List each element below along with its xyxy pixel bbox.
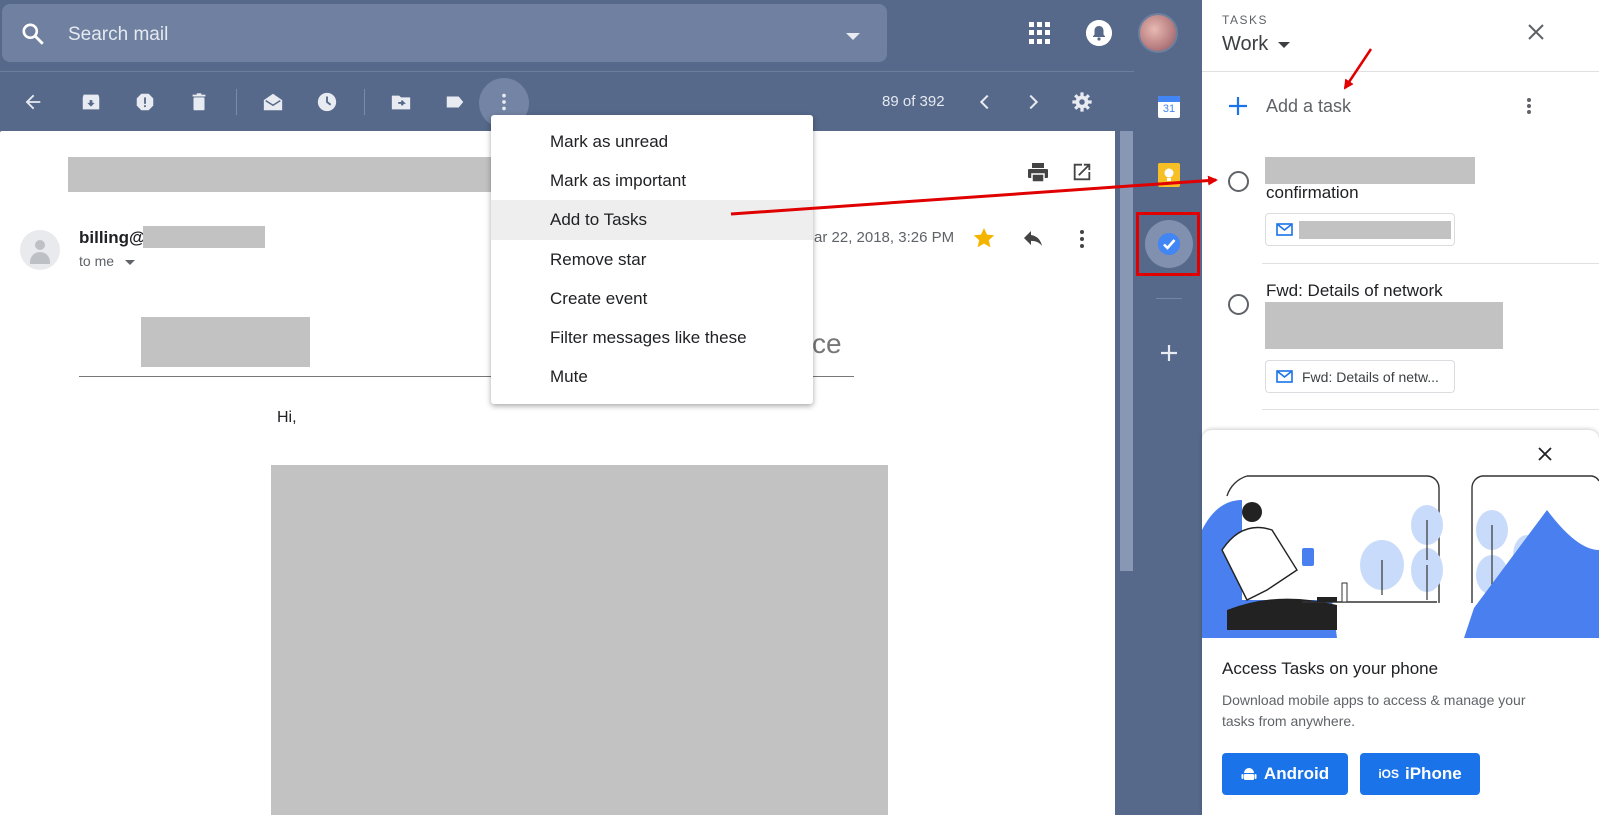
back-button[interactable] — [18, 87, 48, 117]
chevron-left-icon — [979, 94, 989, 110]
chip-text-redacted — [1299, 221, 1451, 239]
page-count: 89 of 392 — [882, 93, 945, 110]
mark-as-read-button[interactable] — [258, 87, 288, 117]
android-button[interactable]: Android — [1222, 753, 1348, 795]
star-icon[interactable] — [972, 226, 996, 250]
settings-button[interactable] — [1067, 87, 1097, 117]
scrollbar-thumb[interactable] — [1120, 131, 1133, 571]
tasks-icon[interactable] — [1158, 233, 1180, 255]
header-divider — [0, 71, 1134, 72]
more-vert-icon — [502, 93, 506, 111]
chevron-down-icon[interactable] — [1278, 42, 1290, 48]
more-vert-icon[interactable] — [1521, 96, 1537, 116]
back-arrow-icon — [25, 94, 41, 110]
move-icon — [391, 95, 411, 110]
menu-item-add-to-tasks[interactable]: Add to Tasks — [491, 200, 813, 240]
sender-redacted — [143, 226, 265, 248]
task-list-selector[interactable]: Work — [1222, 33, 1268, 56]
mail-icon — [1276, 223, 1293, 236]
mail-date: ar 22, 2018, 3:26 PM — [814, 229, 955, 246]
label-icon — [446, 96, 464, 108]
avatar[interactable] — [1138, 13, 1178, 53]
reply-icon[interactable] — [1020, 226, 1046, 250]
search-input[interactable]: Search mail — [68, 24, 168, 46]
tasks-panel-label: TASKS — [1222, 13, 1268, 27]
subject-redacted — [68, 157, 493, 192]
move-to-button[interactable] — [386, 87, 416, 117]
menu-item-create-event[interactable]: Create event — [491, 279, 813, 318]
mail-headline: ce — [812, 328, 842, 359]
close-icon[interactable] — [1527, 23, 1545, 41]
menu-item-remove-star[interactable]: Remove star — [491, 240, 813, 279]
task-title[interactable]: confirmation — [1266, 183, 1359, 203]
newer-button[interactable] — [970, 87, 1000, 117]
task-complete-checkbox[interactable] — [1228, 171, 1249, 192]
mail-greeting: Hi, — [277, 409, 297, 426]
open-new-window-icon[interactable] — [1071, 161, 1093, 183]
toolbar-separator — [364, 89, 365, 115]
body-redacted — [271, 465, 888, 815]
task-divider — [1262, 263, 1599, 264]
logo-redacted — [141, 317, 310, 367]
iphone-button[interactable]: iOS iPhone — [1360, 753, 1480, 795]
delete-button[interactable] — [184, 87, 214, 117]
spam-icon — [136, 93, 154, 111]
task-complete-checkbox[interactable] — [1228, 294, 1249, 315]
iphone-button-label: iPhone — [1405, 764, 1462, 783]
rail-divider — [1156, 298, 1182, 299]
menu-item-filter-messages[interactable]: Filter messages like these — [491, 318, 813, 357]
more-actions-button[interactable] — [489, 87, 519, 117]
plus-icon[interactable] — [1159, 343, 1179, 363]
close-icon[interactable] — [1537, 446, 1553, 462]
task-email-chip-label: Fwd: Details of netw... — [1302, 369, 1439, 385]
gear-icon — [1072, 92, 1092, 112]
promo-title: Access Tasks on your phone — [1222, 659, 1439, 678]
menu-item-mark-unread[interactable]: Mark as unread — [491, 122, 813, 161]
older-button[interactable] — [1018, 87, 1048, 117]
recipient-details-icon[interactable] — [125, 260, 135, 265]
promo-illustration — [1202, 475, 1599, 638]
recipient-label: to me — [79, 253, 115, 269]
add-task-icon[interactable] — [1228, 96, 1248, 116]
search-bar[interactable]: Search mail — [2, 4, 887, 62]
print-icon[interactable] — [1026, 161, 1050, 185]
task-divider — [1262, 409, 1599, 410]
android-button-label: Android — [1263, 764, 1330, 783]
more-vert-icon[interactable] — [1075, 228, 1089, 250]
mark-read-icon — [263, 93, 283, 111]
archive-button[interactable] — [76, 87, 106, 117]
add-task-button[interactable]: Add a task — [1266, 96, 1351, 117]
calendar-icon[interactable]: 31 — [1158, 96, 1180, 118]
android-icon — [1241, 768, 1257, 780]
task-email-chip[interactable] — [1265, 213, 1455, 246]
search-icon[interactable] — [20, 21, 46, 47]
tasks-header-divider — [1202, 71, 1599, 72]
apps-icon[interactable] — [1029, 22, 1051, 44]
sender-name[interactable]: billing@ — [79, 228, 146, 248]
ios-badge: iOS — [1378, 767, 1399, 781]
sender-avatar — [20, 230, 60, 270]
mail-icon — [1276, 370, 1293, 383]
archive-icon — [82, 94, 100, 110]
task-email-chip[interactable]: Fwd: Details of netw... — [1265, 360, 1455, 393]
task-title[interactable]: Fwd: Details of network — [1266, 281, 1443, 301]
toolbar-separator — [236, 89, 237, 115]
snooze-icon — [317, 92, 337, 112]
report-spam-button[interactable] — [130, 87, 160, 117]
promo-description: Download mobile apps to access & manage … — [1222, 692, 1526, 729]
labels-button[interactable] — [440, 87, 470, 117]
bell-icon[interactable] — [1086, 20, 1112, 46]
context-menu: Mark as unread Mark as important Add to … — [491, 115, 813, 404]
search-options-icon[interactable] — [846, 33, 860, 40]
task-details-redacted — [1265, 302, 1503, 349]
chevron-right-icon — [1029, 94, 1039, 110]
menu-item-mute[interactable]: Mute — [491, 357, 813, 396]
snooze-button[interactable] — [312, 87, 342, 117]
task-title-redacted — [1265, 157, 1475, 184]
menu-item-mark-important[interactable]: Mark as important — [491, 161, 813, 200]
keep-icon[interactable] — [1158, 163, 1180, 187]
delete-icon — [192, 93, 206, 111]
